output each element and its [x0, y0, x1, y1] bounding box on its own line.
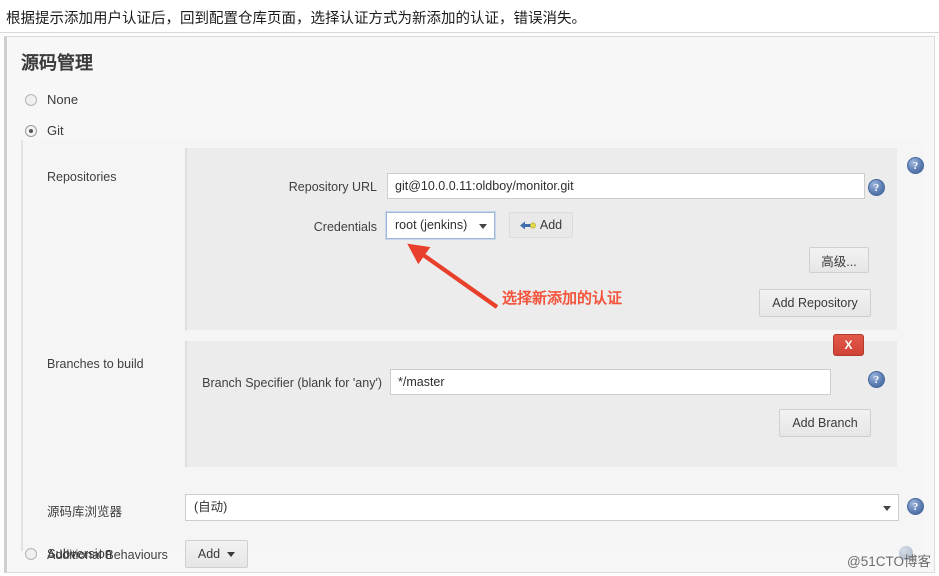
- add-repository-button-label: Add Repository: [772, 296, 858, 310]
- help-icon-glyph: ?: [873, 373, 880, 386]
- chevron-down-icon: [479, 223, 487, 229]
- help-icon-repository-url[interactable]: ?: [868, 179, 885, 196]
- branch-specifier-input[interactable]: */master: [390, 369, 831, 395]
- chevron-down-icon: [883, 505, 891, 511]
- screenshot-root: 根据提示添加用户认证后，回到配置仓库页面，选择认证方式为新添加的认证，错误消失。…: [0, 0, 939, 576]
- repositories-section: Repositories Repository URL git@10.0.0.1…: [23, 148, 925, 332]
- radio-option-subversion[interactable]: Subversion: [25, 546, 112, 561]
- branches-section-body: Branch Specifier (blank for 'any') */mas…: [185, 341, 897, 467]
- radio-git-label: Git: [47, 123, 64, 138]
- repo-browser-label: 源码库浏览器: [47, 505, 123, 519]
- credentials-select-value: root (jenkins): [395, 218, 468, 232]
- watermark-text: @51CTO博客: [847, 554, 931, 569]
- delete-branch-button-label: X: [844, 338, 853, 352]
- note-bar: 根据提示添加用户认证后，回到配置仓库页面，选择认证方式为新添加的认证，错误消失。: [0, 0, 939, 33]
- annotation-text: 选择新添加的认证: [502, 290, 623, 307]
- help-icon-repositories[interactable]: ?: [907, 157, 924, 174]
- repositories-section-label: Repositories: [47, 170, 117, 184]
- page-title: 源码管理: [21, 53, 93, 73]
- help-icon-glyph: ?: [873, 181, 880, 194]
- help-icon-repo-browser[interactable]: ?: [907, 498, 924, 515]
- radio-subversion-label: Subversion: [47, 546, 113, 561]
- radio-git-icon[interactable]: [25, 124, 37, 137]
- additional-behaviours-add-button[interactable]: Add: [185, 540, 248, 568]
- repo-browser-select[interactable]: (自动): [185, 494, 899, 521]
- arrow-left-key-icon: [519, 220, 536, 231]
- repository-url-label: Repository URL: [288, 180, 377, 194]
- git-settings-panel: Repositories Repository URL git@10.0.0.1…: [21, 140, 925, 568]
- additional-behaviours-row: Additional Behaviours Add: [23, 533, 925, 576]
- radio-subversion-icon[interactable]: [25, 547, 37, 560]
- radio-none-label: None: [47, 92, 79, 107]
- branches-section-label: Branches to build: [47, 357, 144, 371]
- delete-branch-button[interactable]: X: [833, 334, 864, 356]
- add-credentials-button[interactable]: Add: [509, 212, 573, 238]
- help-icon-glyph: ?: [912, 159, 919, 172]
- advanced-button-label: 高级...: [821, 254, 857, 269]
- credentials-label: Credentials: [313, 220, 377, 234]
- branches-section: Branches to build Branch Specifier (blan…: [23, 334, 925, 477]
- add-credentials-button-label: Add: [539, 218, 563, 232]
- add-repository-button[interactable]: Add Repository: [759, 289, 871, 317]
- help-icon-glyph: ?: [912, 500, 919, 513]
- note-text: 根据提示添加用户认证后，回到配置仓库页面，选择认证方式为新添加的认证，错误消失。: [6, 11, 586, 27]
- repository-url-input[interactable]: git@10.0.0.11:oldboy/monitor.git: [387, 173, 865, 199]
- radio-none-icon[interactable]: [25, 93, 37, 106]
- help-icon-branch-specifier[interactable]: ?: [868, 371, 885, 388]
- radio-option-git[interactable]: Git: [25, 123, 64, 138]
- advanced-button[interactable]: 高级...: [809, 247, 869, 273]
- chevron-down-icon: [227, 551, 236, 557]
- credentials-select[interactable]: root (jenkins): [386, 212, 495, 239]
- add-branch-button-label: Add Branch: [792, 416, 858, 430]
- branch-specifier-label: Branch Specifier (blank for 'any'): [202, 376, 382, 390]
- repo-browser-row: 源码库浏览器 (自动) ?: [23, 485, 925, 529]
- radio-option-none[interactable]: None: [25, 92, 78, 107]
- repo-browser-select-value: (自动): [194, 500, 228, 514]
- add-branch-button[interactable]: Add Branch: [779, 409, 871, 437]
- additional-behaviours-add-label: Add: [197, 547, 221, 561]
- scm-card: 源码管理 None Git Repositories Repository UR…: [4, 36, 935, 573]
